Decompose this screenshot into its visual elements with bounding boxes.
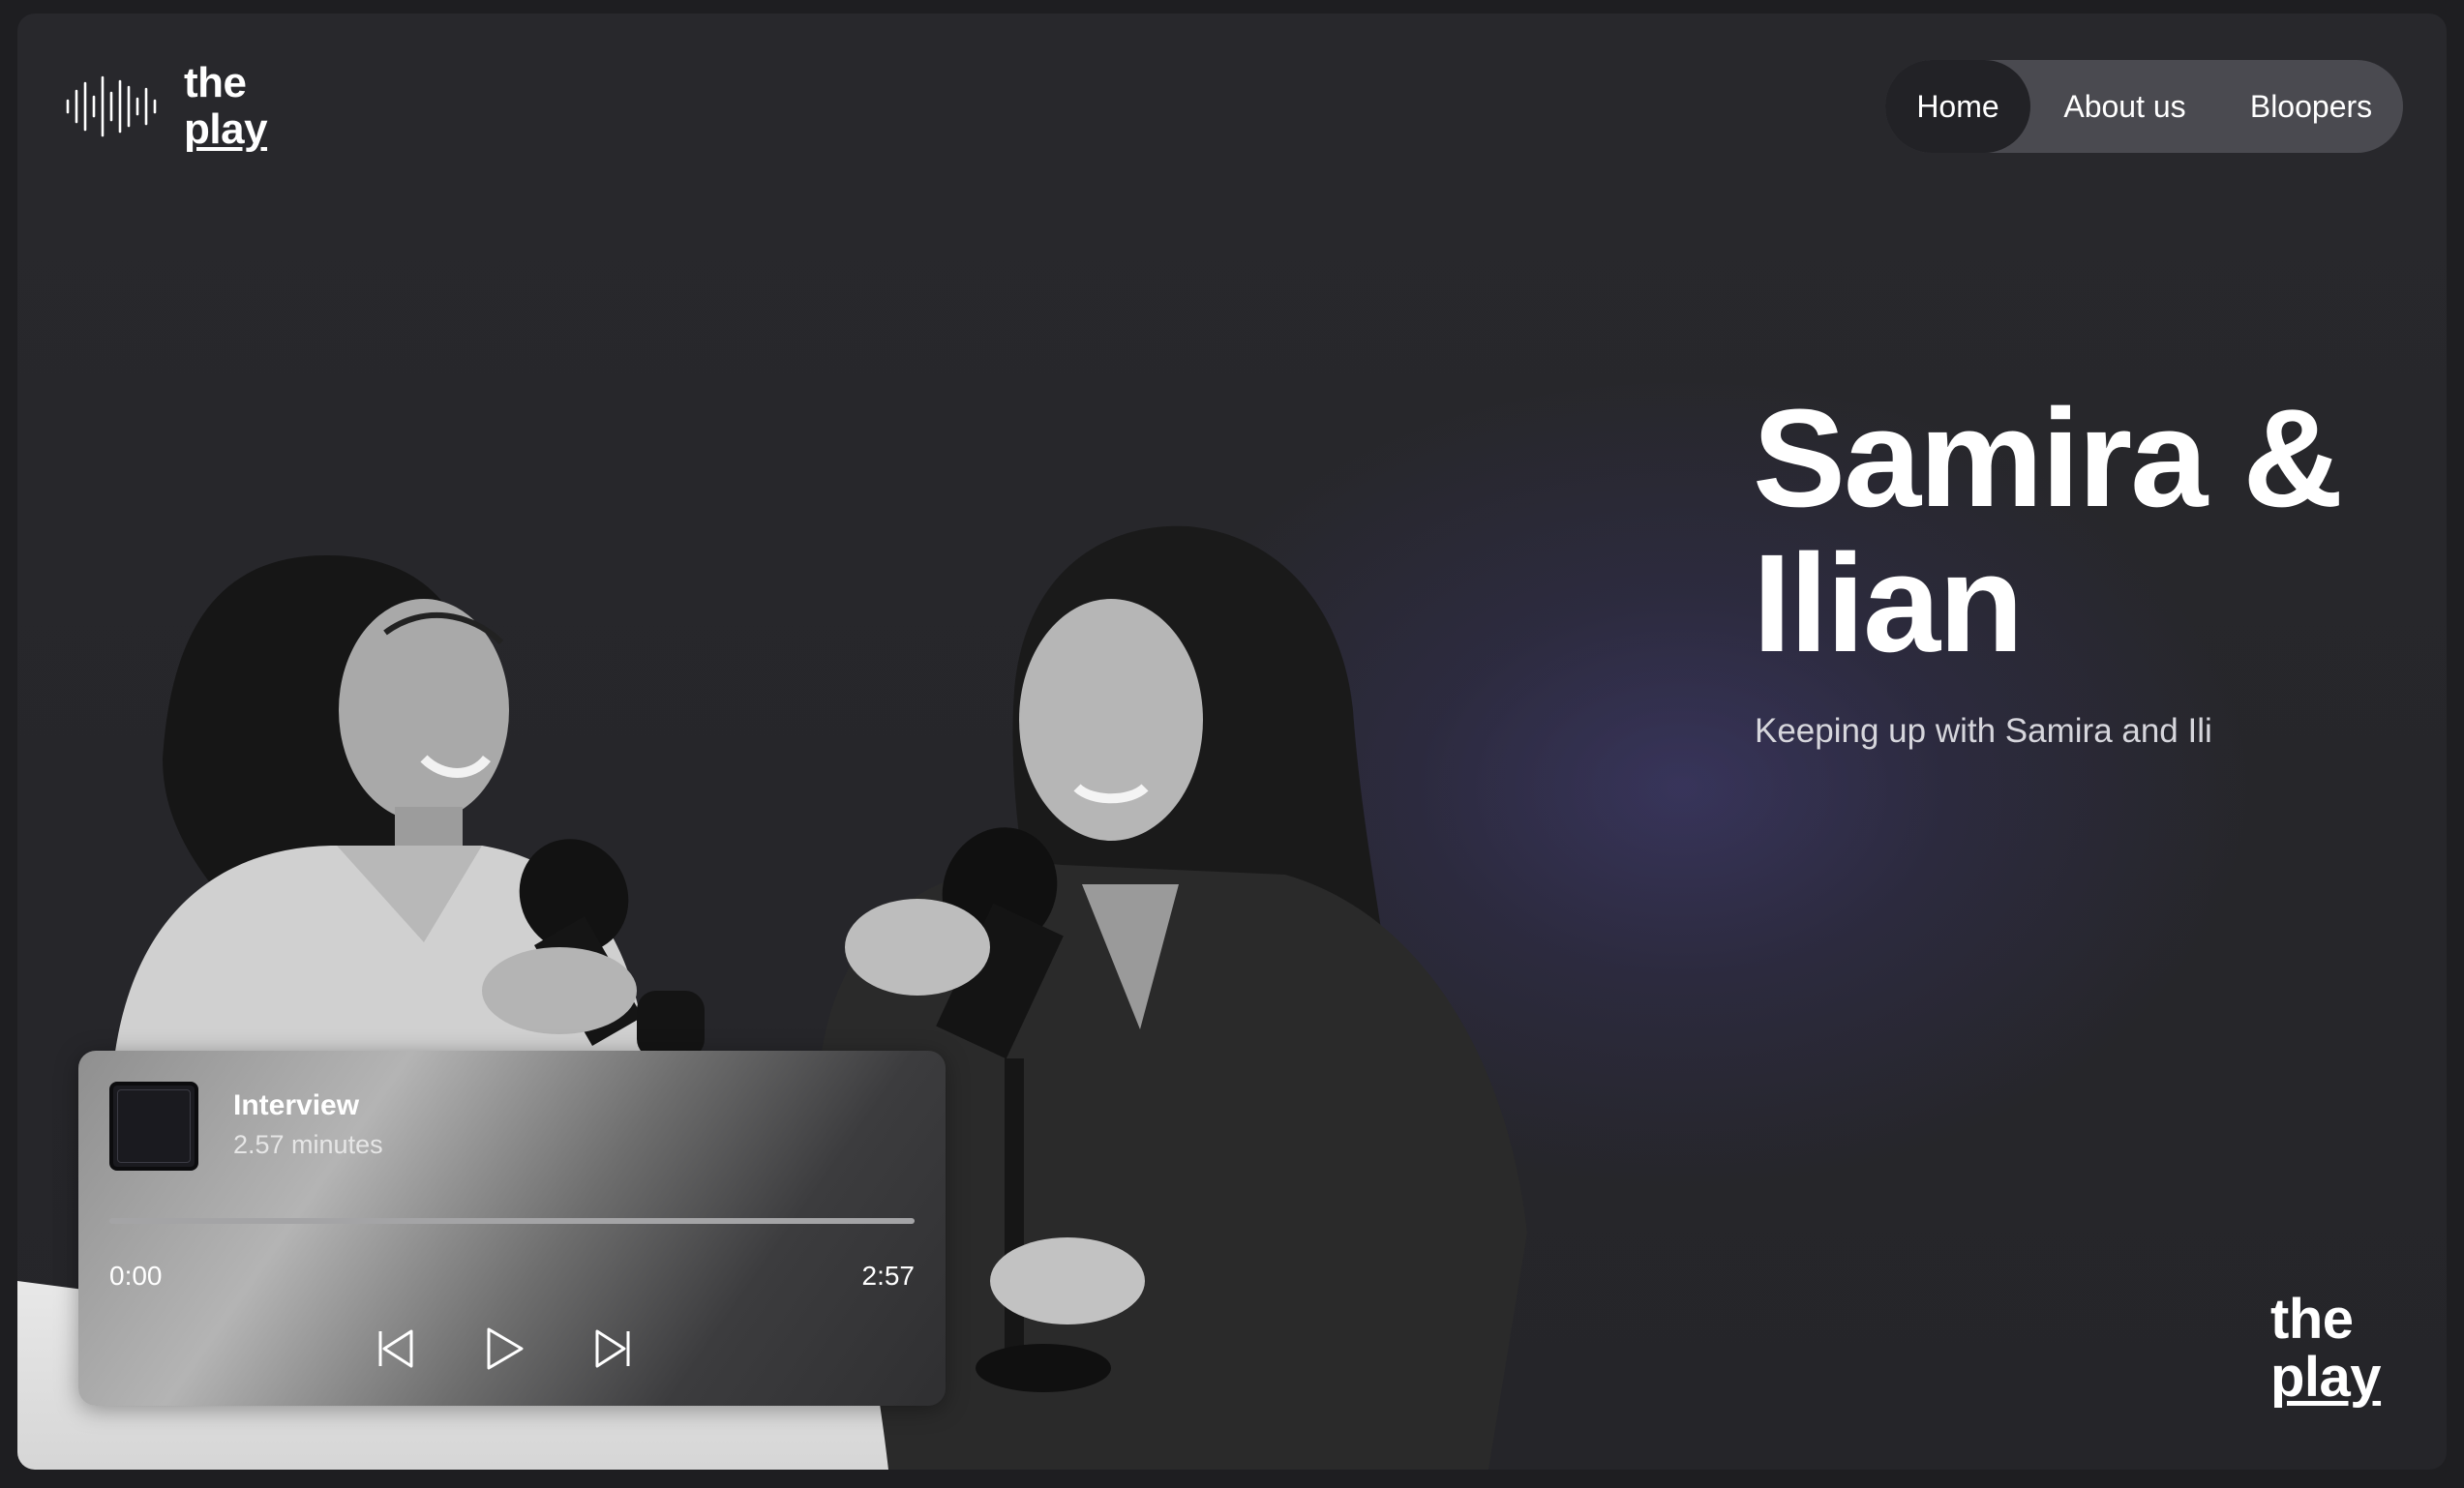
- skip-back-icon: [378, 1329, 413, 1368]
- brand-line-2: play: [184, 105, 268, 153]
- time-total: 2:57: [861, 1261, 916, 1291]
- track-cover-art: [109, 1082, 198, 1171]
- brand-wordmark: the play: [184, 59, 268, 153]
- nav-bloopers[interactable]: Bloopers: [2219, 60, 2403, 153]
- next-button[interactable]: [586, 1322, 640, 1376]
- main-nav: Home About us Bloopers: [1885, 60, 2403, 153]
- hero-title: Samira & Ilian: [1753, 380, 2343, 681]
- soundwave-icon: [66, 75, 157, 137]
- play-button[interactable]: [477, 1322, 531, 1376]
- brand-logo[interactable]: the play: [64, 59, 268, 153]
- play-icon: [487, 1327, 524, 1370]
- track-title: Interview: [233, 1089, 360, 1121]
- footer-logo-line-1: the: [2270, 1288, 2354, 1351]
- page-frame: the play Home About us Bloopers Samira &…: [17, 14, 2447, 1470]
- footer-logo-line-2: play: [2270, 1346, 2382, 1409]
- skip-forward-icon: [595, 1329, 630, 1368]
- hero-subtitle: Keeping up with Samira and Ili: [1755, 712, 2212, 750]
- time-current: 0:00: [109, 1261, 163, 1291]
- progress-bar[interactable]: [109, 1218, 915, 1224]
- audio-player: Interview 2.57 minutes 0:00 2:57: [78, 1051, 946, 1406]
- brand-line-1: the: [184, 59, 247, 106]
- nav-about-us[interactable]: About us: [2030, 60, 2219, 153]
- nav-home[interactable]: Home: [1885, 60, 2030, 153]
- track-duration-text: 2.57 minutes: [233, 1130, 383, 1159]
- previous-button[interactable]: [369, 1322, 423, 1376]
- footer-logo[interactable]: the play: [2270, 1288, 2382, 1409]
